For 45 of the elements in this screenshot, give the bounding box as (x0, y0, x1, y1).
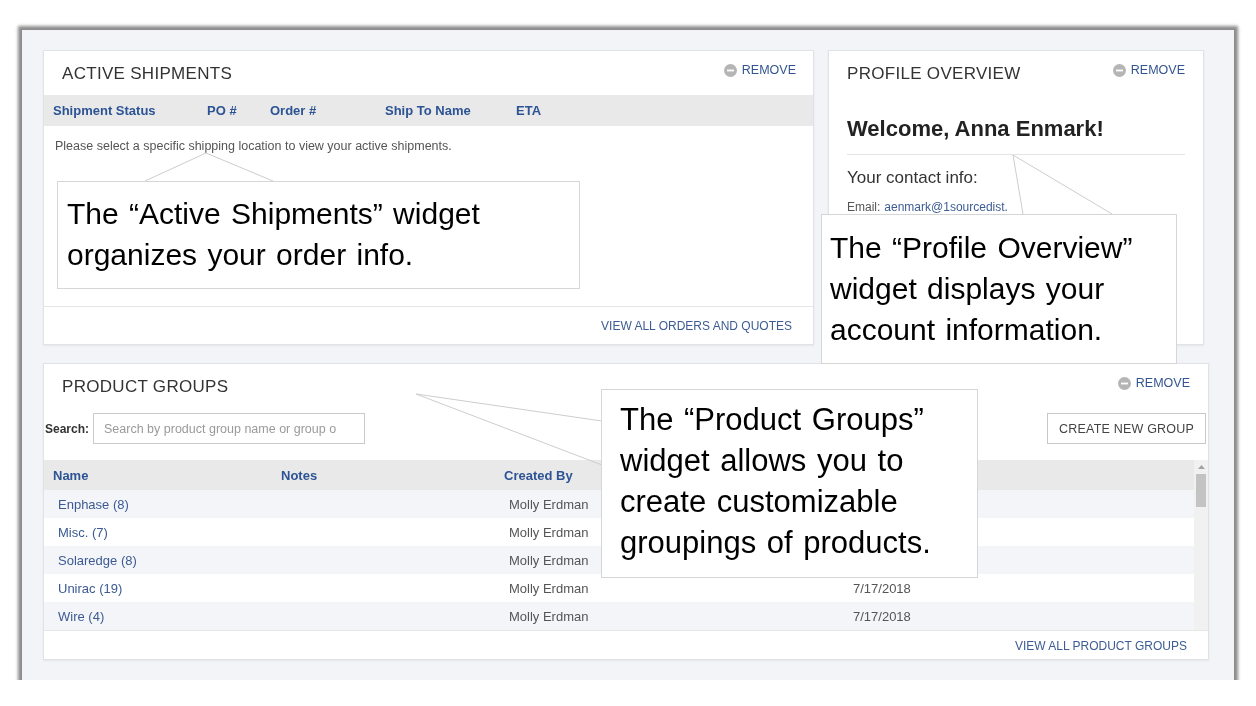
column-header: PO # (207, 103, 237, 118)
scrollbar-thumb[interactable] (1196, 474, 1206, 507)
search-label: Search: (45, 421, 90, 436)
column-header: ETA (516, 103, 542, 118)
email-link[interactable]: aenmark@1sourcedist. (884, 200, 1008, 214)
group-name-link[interactable]: Wire (4) (58, 608, 105, 624)
scrollbar[interactable] (1194, 460, 1208, 630)
scroll-up-icon[interactable] (1197, 465, 1205, 469)
widget-title: ACTIVE SHIPMENTS (62, 63, 233, 85)
minus-circle-icon (1117, 376, 1131, 390)
remove-button[interactable]: REMOVE (1112, 63, 1185, 77)
column-header: Ship To Name (385, 103, 471, 118)
create-group-button[interactable]: CREATE NEW GROUP (1047, 413, 1206, 444)
group-name-link[interactable]: Unirac (19) (58, 580, 123, 596)
column-header: Name (53, 467, 89, 483)
view-all-link[interactable]: VIEW ALL PRODUCT GROUPS (1014, 639, 1187, 653)
column-header: Order # (270, 103, 317, 118)
column-header: Shipment Status (53, 103, 156, 118)
callout-note: The “Product Groups” widget allows you to create customizable groupings of products. (601, 389, 978, 578)
callout-note: The “Active Shipments” widget organizes your order info. (57, 181, 580, 289)
group-name-link[interactable]: Enphase (8) (58, 496, 129, 512)
empty-message: Please select a specific shipping location to view your active shipments. (55, 139, 452, 153)
remove-button[interactable]: REMOVE (1117, 376, 1190, 390)
group-name-link[interactable]: Solaredge (8) (58, 552, 137, 568)
contact-heading: Your contact info: (847, 168, 978, 188)
welcome-heading: Welcome, Anna Enmark! (847, 116, 1104, 142)
email-label: Email: (847, 200, 881, 214)
callout-note: The “Profile Overview” widget displays your account information. (821, 214, 1177, 364)
column-header: Created By (504, 467, 573, 483)
table-cell: Molly Erdman (509, 524, 589, 540)
table-cell: Molly Erdman (509, 552, 589, 568)
widget-title: PROFILE OVERVIEW (847, 63, 1021, 85)
widget-title: PRODUCT GROUPS (62, 376, 229, 398)
minus-circle-icon (1112, 63, 1126, 77)
table-cell: Molly Erdman (509, 580, 589, 596)
table-cell: Molly Erdman (509, 496, 589, 512)
table-cell: 7/17/2018 (853, 580, 911, 596)
view-all-link[interactable]: VIEW ALL ORDERS AND QUOTES (601, 318, 792, 333)
minus-circle-icon (723, 63, 737, 77)
remove-button[interactable]: REMOVE (723, 63, 796, 77)
column-header: Notes (281, 467, 318, 483)
table-cell: Molly Erdman (509, 608, 589, 624)
table-cell: 7/17/2018 (853, 608, 911, 624)
search-field[interactable]: Search by product group name or group o (93, 413, 366, 444)
group-name-link[interactable]: Misc. (7) (58, 524, 108, 540)
